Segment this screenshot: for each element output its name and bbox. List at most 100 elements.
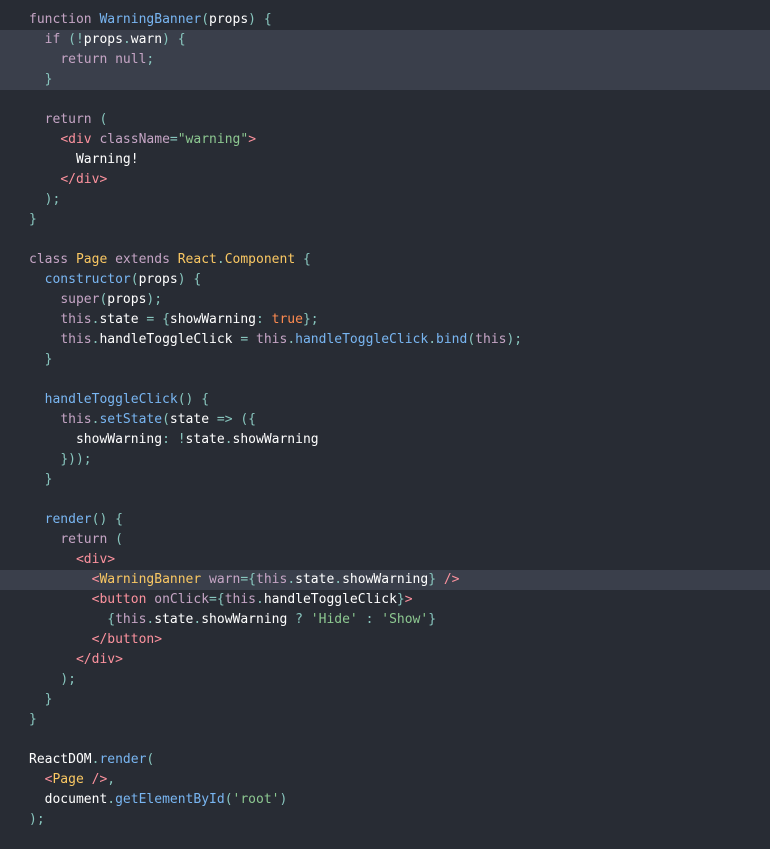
- code-token: </div>: [60, 172, 108, 187]
- code-token: this: [60, 412, 92, 427]
- code-token: render: [44, 512, 92, 527]
- code-line: }: [0, 690, 770, 710]
- code-token: showWarning: [232, 432, 319, 447]
- code-line: ​: [0, 230, 770, 250]
- code-token: props: [107, 292, 147, 307]
- code-line: render() {: [0, 510, 770, 530]
- code-line: );: [0, 670, 770, 690]
- code-token: (: [162, 412, 170, 427]
- code-token: .: [224, 432, 233, 447]
- code-line: ​: [0, 370, 770, 390]
- code-token: this: [115, 612, 147, 627]
- code-token: () {: [91, 512, 123, 527]
- code-editor[interactable]: function WarningBanner(props) { if (!pro…: [0, 0, 770, 849]
- code-line-highlighted: if (!props.warn) {: [0, 30, 770, 50]
- code-line: <button onClick={this.handleToggleClick}…: [0, 590, 770, 610]
- code-token: }: [428, 612, 437, 627]
- code-token: (: [146, 752, 155, 767]
- code-token: >: [404, 592, 413, 607]
- code-token: ={: [240, 572, 256, 587]
- code-token: );: [146, 292, 163, 307]
- code-token: }: [428, 572, 444, 587]
- code-token: this: [475, 332, 507, 347]
- code-token: }: [396, 592, 405, 607]
- code-token: return: [44, 112, 100, 127]
- code-token: handleToggleClick: [295, 332, 429, 347]
- code-line: </div>: [0, 170, 770, 190]
- code-line-highlighted: return null;: [0, 50, 770, 70]
- code-token: document: [29, 792, 108, 807]
- code-token: className: [99, 132, 170, 147]
- code-token: );: [60, 672, 76, 687]
- code-token: .: [256, 592, 264, 607]
- code-token: this: [60, 312, 92, 327]
- code-token: .: [287, 572, 296, 587]
- code-token: }));: [60, 452, 92, 467]
- code-line: }: [0, 210, 770, 230]
- code-token: =: [169, 132, 178, 147]
- code-token: ={: [209, 592, 225, 607]
- code-line: <Page />,: [0, 770, 770, 790]
- code-line: function WarningBanner(props) {: [0, 10, 770, 30]
- code-token: }: [44, 692, 53, 707]
- code-token: =: [240, 332, 256, 347]
- code-token: showWarning: [29, 432, 163, 447]
- code-token: showWarning: [342, 572, 429, 587]
- code-token: return: [60, 532, 116, 547]
- code-token: state: [99, 312, 147, 327]
- code-token: .: [287, 332, 296, 347]
- code-line: }));: [0, 450, 770, 470]
- code-token: .: [334, 572, 343, 587]
- code-token: ) {: [248, 12, 272, 27]
- code-token: (: [99, 112, 108, 127]
- code-line: ​: [0, 490, 770, 510]
- code-token: WarningBanner: [99, 12, 202, 27]
- code-token: :: [256, 312, 272, 327]
- code-line: class Page extends React.Component {: [0, 250, 770, 270]
- code-block: function WarningBanner(props) { if (!pro…: [0, 10, 770, 830]
- code-token: Page: [75, 252, 116, 267]
- code-token: ?: [295, 612, 311, 627]
- code-token: if: [44, 32, 69, 47]
- code-token: </button>: [91, 632, 163, 647]
- code-line: showWarning: !state.showWarning: [0, 430, 770, 450]
- code-line: document.getElementById('root'): [0, 790, 770, 810]
- code-token: (: [224, 792, 233, 807]
- code-line: }: [0, 710, 770, 730]
- code-token: handleToggleClick: [263, 592, 397, 607]
- code-token: props: [209, 12, 249, 27]
- code-token: ,: [107, 772, 116, 787]
- code-line: }: [0, 350, 770, 370]
- code-token: .: [216, 252, 225, 267]
- code-token: () {: [177, 392, 210, 407]
- code-token: props: [83, 32, 123, 47]
- code-token: );: [44, 192, 61, 207]
- code-token: constructor: [44, 272, 131, 287]
- code-token: warn: [130, 32, 163, 47]
- code-line: ​: [0, 730, 770, 750]
- code-token: return: [60, 52, 116, 67]
- code-token: showWarning: [201, 612, 296, 627]
- code-token: this: [256, 332, 288, 347]
- code-line-highlighted: <WarningBanner warn={this.state.showWarn…: [0, 570, 770, 590]
- code-token: 'root': [232, 792, 280, 807]
- code-line: Warning!: [0, 150, 770, 170]
- code-token: super: [60, 292, 100, 307]
- code-token: : !: [162, 432, 186, 447]
- code-token: state: [185, 432, 225, 447]
